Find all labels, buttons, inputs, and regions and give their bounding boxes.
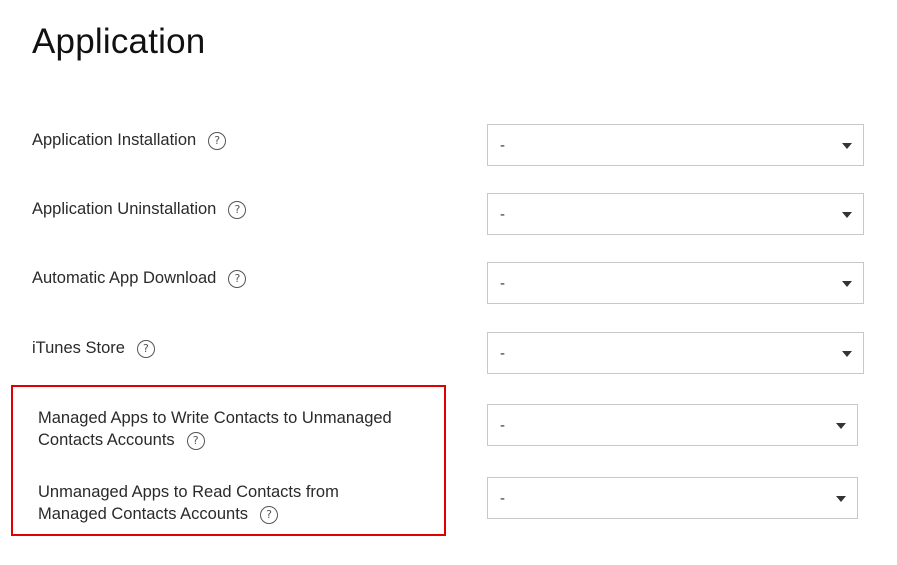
select-value: -: [500, 275, 505, 292]
automatic-app-download-select[interactable]: -: [487, 262, 864, 304]
page-title: Application: [32, 22, 206, 61]
row-label-line1: Managed Apps to Write Contacts to Unmana…: [38, 409, 392, 427]
select-value: -: [500, 417, 505, 434]
help-icon[interactable]: ?: [136, 340, 155, 358]
help-icon[interactable]: ?: [186, 432, 205, 450]
itunes-store-label: iTunes Store?: [32, 337, 155, 359]
row-label-text: Automatic App Download: [32, 269, 217, 287]
caret-down-icon: [836, 496, 846, 502]
application-uninstallation-label: Application Uninstallation?: [32, 198, 247, 220]
row-label-line2: Managed Contacts Accounts: [38, 505, 249, 523]
row-label-text: iTunes Store: [32, 339, 125, 357]
managed-apps-write-contacts-label: Managed Apps to Write Contacts to Unmana…: [38, 407, 392, 451]
row-label-line2-wrap: Contacts Accounts?: [38, 429, 392, 451]
application-installation-select[interactable]: -: [487, 124, 864, 166]
help-icon[interactable]: ?: [260, 506, 279, 524]
row-label-line1: Unmanaged Apps to Read Contacts from: [38, 483, 339, 501]
caret-down-icon: [842, 143, 852, 149]
help-icon[interactable]: ?: [228, 270, 247, 288]
itunes-store-select[interactable]: -: [487, 332, 864, 374]
caret-down-icon: [842, 212, 852, 218]
help-icon[interactable]: ?: [208, 132, 227, 150]
unmanaged-apps-read-contacts-select[interactable]: -: [487, 477, 858, 519]
application-uninstallation-select[interactable]: -: [487, 193, 864, 235]
application-installation-label: Application Installation?: [32, 129, 227, 151]
row-label-text: Application Installation: [32, 131, 197, 149]
automatic-app-download-label: Automatic App Download?: [32, 267, 247, 289]
managed-apps-write-contacts-select[interactable]: -: [487, 404, 858, 446]
select-value: -: [500, 206, 505, 223]
caret-down-icon: [836, 423, 846, 429]
row-label-line2-wrap: Managed Contacts Accounts?: [38, 503, 339, 525]
row-label-text: Application Uninstallation: [32, 200, 217, 218]
select-value: -: [500, 137, 505, 154]
caret-down-icon: [842, 351, 852, 357]
help-icon[interactable]: ?: [228, 201, 247, 219]
caret-down-icon: [842, 281, 852, 287]
row-label-line2: Contacts Accounts: [38, 431, 175, 449]
select-value: -: [500, 345, 505, 362]
unmanaged-apps-read-contacts-label: Unmanaged Apps to Read Contacts from Man…: [38, 481, 339, 525]
select-value: -: [500, 490, 505, 507]
